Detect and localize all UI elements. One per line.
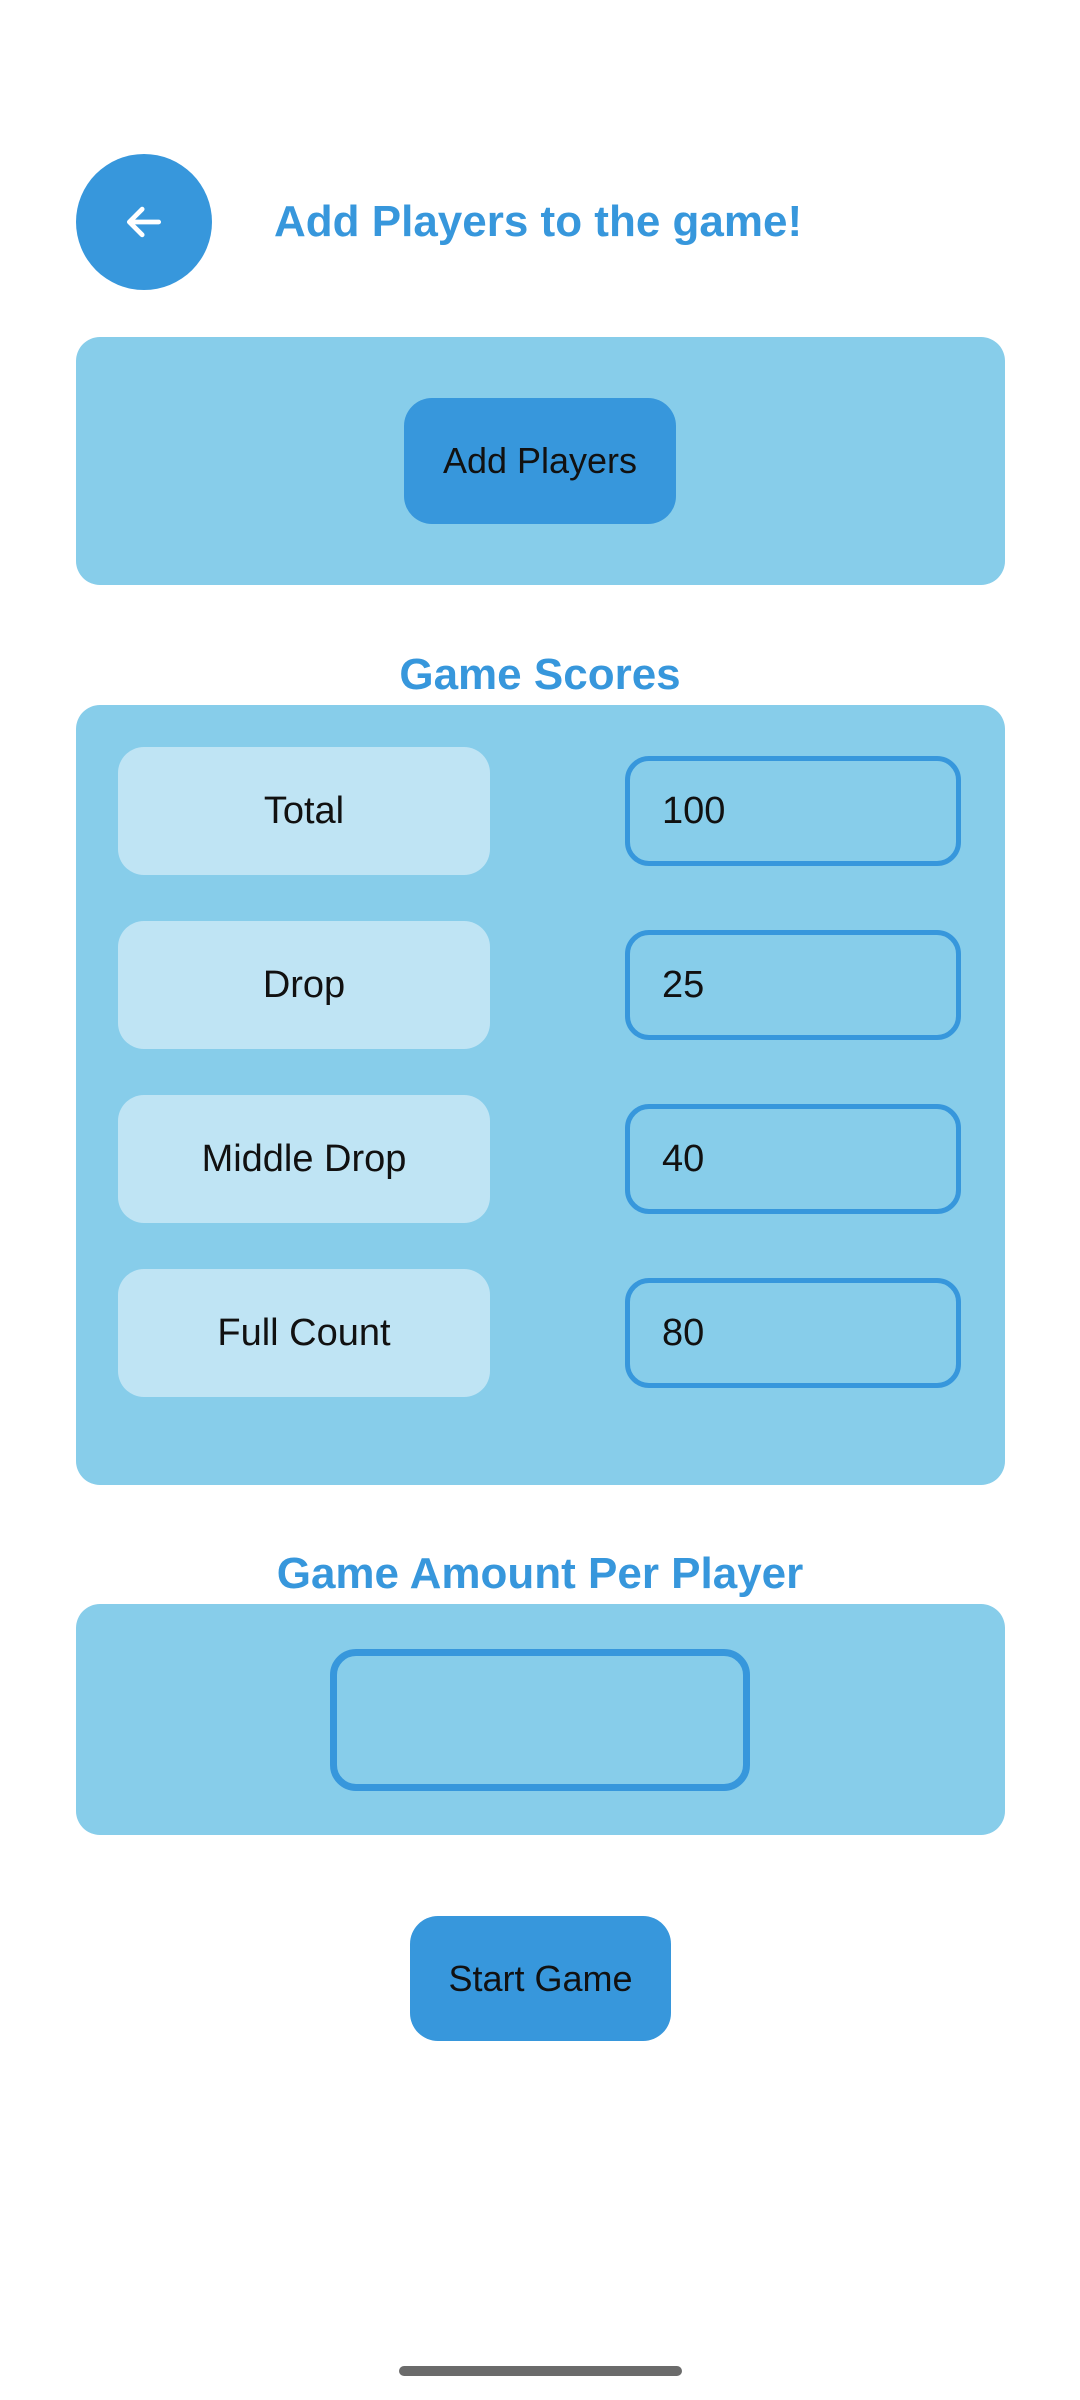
score-label-total: Total: [118, 747, 490, 875]
game-amount-input[interactable]: [330, 1649, 750, 1791]
score-label-middle-drop: Middle Drop: [118, 1095, 490, 1223]
add-players-button[interactable]: Add Players: [404, 398, 676, 524]
game-amount-heading: Game Amount Per Player: [276, 1549, 804, 1598]
page-title: Add Players to the game!: [274, 197, 803, 246]
game-scores-heading: Game Scores: [399, 650, 681, 699]
score-input-middle-drop[interactable]: 40: [625, 1104, 961, 1214]
score-label-full-count: Full Count: [118, 1269, 490, 1397]
arrow-left-icon: [122, 200, 166, 244]
home-indicator[interactable]: [399, 2366, 682, 2376]
score-input-full-count[interactable]: 80: [625, 1278, 961, 1388]
score-input-drop[interactable]: 25: [625, 930, 961, 1040]
score-label-drop: Drop: [118, 921, 490, 1049]
back-button[interactable]: [76, 154, 212, 290]
start-game-button[interactable]: Start Game: [410, 1916, 671, 2041]
score-input-total[interactable]: 100: [625, 756, 961, 866]
